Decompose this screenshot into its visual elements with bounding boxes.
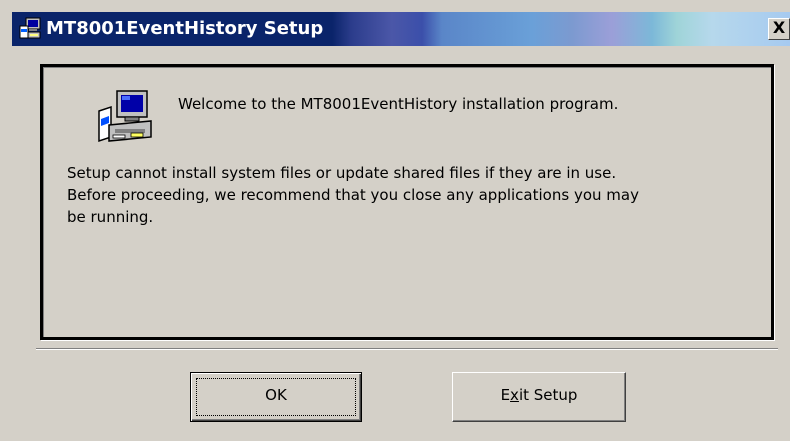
ok-button-label: OK — [265, 386, 287, 404]
divider — [36, 348, 778, 350]
exit-label-mnemonic: x — [510, 386, 519, 404]
setup-computer-icon — [98, 90, 152, 143]
warning-line: Setup cannot install system files or upd… — [67, 164, 617, 182]
exit-setup-button-label: Exit Setup — [501, 386, 578, 404]
exit-label-part: it Setup — [518, 386, 578, 404]
warning-line: Before proceeding, we recommend that you… — [67, 186, 639, 204]
close-button[interactable]: X — [768, 18, 790, 40]
warning-text: Setup cannot install system files or upd… — [67, 162, 757, 228]
window-title: MT8001EventHistory Setup — [46, 18, 324, 39]
title-bar[interactable]: MT8001EventHistory Setup X — [12, 12, 790, 46]
exit-label-part: E — [500, 386, 511, 404]
welcome-text: Welcome to the MT8001EventHistory instal… — [178, 95, 619, 113]
warning-line: be running. — [67, 208, 154, 226]
welcome-panel: Welcome to the MT8001EventHistory instal… — [40, 64, 774, 340]
ok-button[interactable]: OK — [190, 372, 362, 422]
exit-setup-button[interactable]: Exit Setup — [452, 372, 626, 422]
setup-computer-icon — [19, 17, 41, 39]
setup-window: MT8001EventHistory Setup X Welcome to th… — [0, 0, 790, 441]
